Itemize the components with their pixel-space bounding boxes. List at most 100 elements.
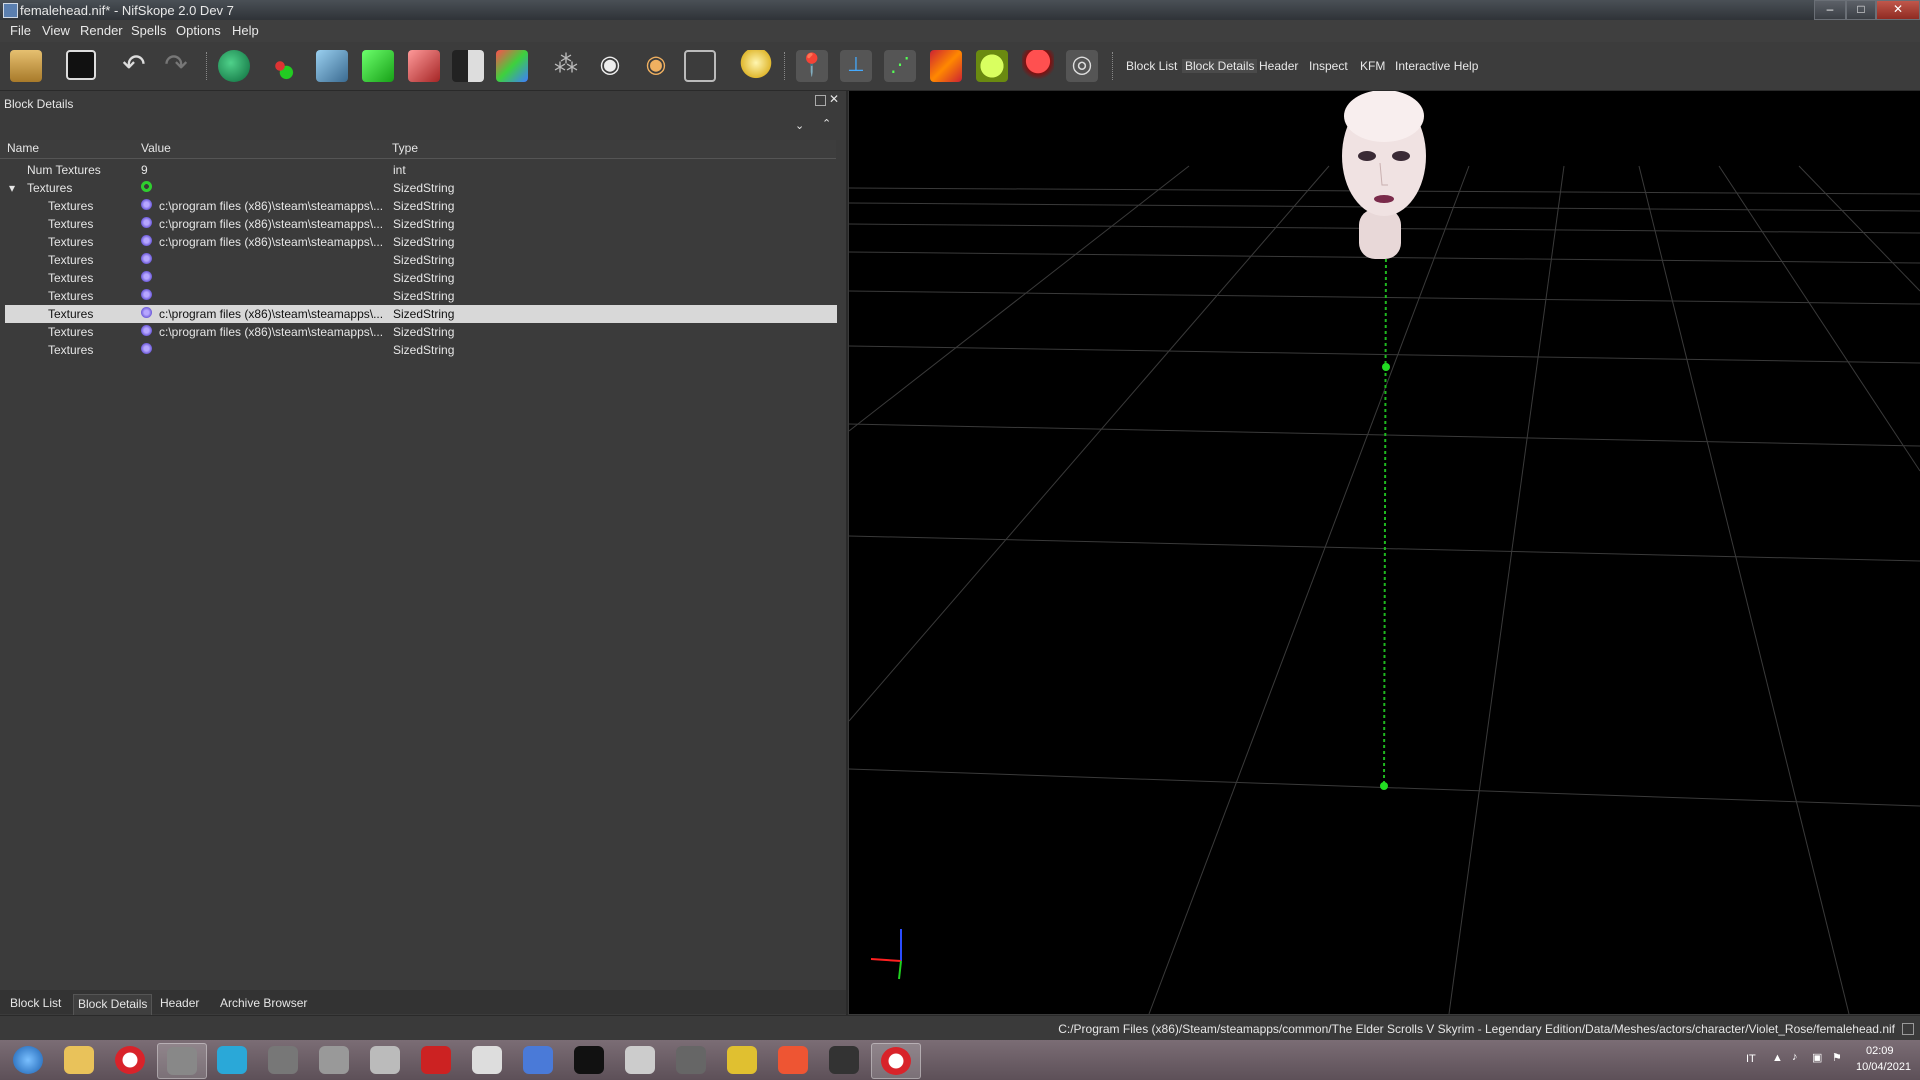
toggle-shading-icon[interactable] [452, 50, 484, 82]
tree-row[interactable]: Num Textures 9 int [5, 161, 837, 179]
clock-time[interactable]: 02:09 [1866, 1045, 1894, 1057]
menu-render[interactable]: Render [80, 23, 123, 38]
expand-all-icon[interactable]: ⌃ [822, 117, 831, 130]
menu-view[interactable]: View [42, 23, 70, 38]
select-vertex-icon[interactable] [264, 50, 296, 82]
string-gear-icon[interactable] [141, 325, 152, 336]
visibility-icon[interactable]: ◉ [594, 50, 626, 82]
taskbar-arrow-icon[interactable] [667, 1043, 715, 1077]
taskbar-music-icon[interactable] [208, 1043, 256, 1077]
menu-spells[interactable]: Spells [131, 23, 166, 38]
size-grip-icon[interactable] [1902, 1023, 1914, 1035]
taskbar-figures-icon[interactable] [463, 1043, 511, 1077]
maximize-button[interactable]: □ [1846, 0, 1876, 20]
refresh-icon[interactable] [141, 181, 152, 192]
taskbar-archive-icon[interactable] [718, 1043, 766, 1077]
collision-icon[interactable] [930, 50, 962, 82]
taskbar-explorer-icon[interactable] [55, 1043, 103, 1077]
toolbar-tab-block-details[interactable]: Block Details [1182, 59, 1258, 73]
redo-icon[interactable]: ↷ [160, 50, 192, 82]
volume-icon[interactable]: ♪ [1792, 1051, 1798, 1063]
hidden-icon[interactable]: ◉ [640, 50, 672, 82]
open-icon[interactable] [10, 50, 42, 82]
expand-arrow-icon[interactable]: ▾ [9, 181, 15, 195]
row-value[interactable]: c:\program files (x86)\steam\steamapps\.… [159, 325, 383, 339]
string-gear-icon[interactable] [141, 271, 152, 282]
taskbar-feather-icon[interactable] [361, 1043, 409, 1077]
string-gear-icon[interactable] [141, 253, 152, 264]
row-value[interactable]: c:\program files (x86)\steam\steamapps\.… [159, 217, 383, 231]
select-object-icon[interactable] [218, 50, 250, 82]
bone-node[interactable] [1382, 363, 1390, 371]
taskbar-nmm-icon[interactable] [565, 1043, 613, 1077]
tree-row[interactable]: Textures c:\program files (x86)\steam\ste… [5, 197, 837, 215]
tree-row[interactable]: Textures SizedString [5, 287, 837, 305]
nodes-icon[interactable]: ⋰ [884, 50, 916, 82]
taskbar-opera-icon[interactable] [871, 1043, 921, 1079]
taskbar-opera-icon[interactable] [106, 1043, 154, 1077]
shade-green-icon[interactable] [362, 50, 394, 82]
column-value[interactable]: Value [141, 141, 171, 159]
string-gear-icon[interactable] [141, 217, 152, 228]
taskbar-ffdec-icon[interactable] [310, 1043, 358, 1077]
tree-row[interactable]: Textures SizedString [5, 341, 837, 359]
eye-icon[interactable]: ◎ [1066, 50, 1098, 82]
string-gear-icon[interactable] [141, 235, 152, 246]
row-value[interactable]: c:\program files (x86)\steam\steamapps\.… [159, 307, 383, 321]
close-panel-icon[interactable]: ✕ [829, 92, 839, 106]
bottom-tab-block-details[interactable]: Block Details [73, 994, 153, 1015]
column-name[interactable]: Name [7, 141, 39, 159]
marker-icon[interactable] [1022, 50, 1054, 82]
string-gear-icon[interactable] [141, 343, 152, 354]
network-icon[interactable]: ▣ [1812, 1051, 1822, 1064]
toolbar-tab-inspect[interactable]: Inspect [1309, 59, 1348, 73]
render-viewport[interactable] [849, 91, 1920, 1014]
scene-icon[interactable] [976, 50, 1008, 82]
string-gear-icon[interactable] [141, 289, 152, 300]
save-icon[interactable] [66, 50, 96, 80]
screenshot-icon[interactable] [684, 50, 716, 82]
tree-row[interactable]: Textures c:\program files (x86)\steam\ste… [5, 233, 837, 251]
walk-icon[interactable]: ⁂ [550, 50, 582, 82]
row-value[interactable]: c:\program files (x86)\steam\steamapps\.… [159, 235, 383, 249]
toolbar-tab-block-list[interactable]: Block List [1126, 59, 1177, 73]
tree-row[interactable]: ▾ Textures SizedString [5, 179, 837, 197]
tree-row[interactable]: Textures c:\program files (x86)\steam\ste… [5, 305, 837, 323]
bottom-tab-block-list[interactable]: Block List [6, 994, 65, 1014]
bottom-tab-archive-browser[interactable]: Archive Browser [216, 994, 311, 1014]
taskbar-start-orb[interactable] [4, 1043, 52, 1077]
taskbar-game-icon[interactable] [157, 1043, 207, 1079]
texture-cube-icon[interactable] [496, 50, 528, 82]
bottom-tab-header[interactable]: Header [156, 994, 203, 1014]
taskbar-f-icon[interactable] [769, 1043, 817, 1077]
row-value[interactable]: 9 [141, 163, 148, 177]
tree-row[interactable]: Textures c:\program files (x86)\steam\ste… [5, 215, 837, 233]
menu-file[interactable]: File [10, 23, 31, 38]
row-value[interactable]: c:\program files (x86)\steam\steamapps\.… [159, 199, 383, 213]
taskbar-creation-icon[interactable] [820, 1043, 868, 1077]
bone-node[interactable] [1380, 782, 1388, 790]
toolbar-tab-header[interactable]: Header [1259, 59, 1298, 73]
axes-icon[interactable]: ⊥ [840, 50, 872, 82]
pin-icon[interactable]: 📍 [796, 50, 828, 82]
minimize-button[interactable]: ‒ [1814, 0, 1846, 20]
taskbar-headphones-icon[interactable] [514, 1043, 562, 1077]
tray-arrow-icon[interactable]: ▲ [1772, 1052, 1783, 1064]
shade-red-icon[interactable] [408, 50, 440, 82]
taskbar-spider-icon[interactable] [412, 1043, 460, 1077]
female-head-model[interactable] [1342, 91, 1426, 259]
flag-icon[interactable]: ⚑ [1832, 1051, 1842, 1064]
tree-row[interactable]: Textures SizedString [5, 269, 837, 287]
menu-help[interactable]: Help [232, 23, 259, 38]
float-panel-icon[interactable] [815, 95, 826, 106]
clock-date[interactable]: 10/04/2021 [1856, 1061, 1911, 1073]
toolbar-tab-kfm[interactable]: KFM [1360, 59, 1385, 73]
close-button[interactable]: ✕ [1876, 0, 1920, 20]
tree-row[interactable]: Textures SizedString [5, 251, 837, 269]
taskbar-window-icon[interactable] [616, 1043, 664, 1077]
column-type[interactable]: Type [392, 141, 418, 159]
taskbar-volume-app-icon[interactable] [259, 1043, 307, 1077]
toolbar-tab-interactive-help[interactable]: Interactive Help [1395, 59, 1478, 73]
string-gear-icon[interactable] [141, 199, 152, 210]
collapse-all-icon[interactable]: ⌄ [795, 119, 804, 132]
